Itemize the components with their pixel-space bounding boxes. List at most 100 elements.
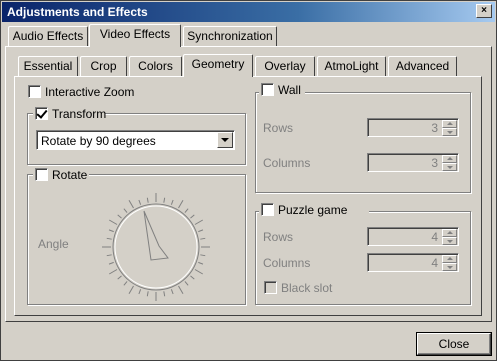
dial-tick (190, 214, 195, 219)
black-slot-checkbox[interactable] (264, 281, 277, 294)
puzzle-checkbox[interactable] (261, 203, 274, 216)
puzzle-columns-value: 4 (431, 256, 438, 270)
dial-tick (163, 197, 166, 203)
dial-tick (194, 269, 204, 275)
dial-tick (178, 285, 184, 295)
rotate-label: Rotate (52, 168, 88, 182)
wall-rows-label: Rows (263, 121, 294, 135)
angle-dial[interactable] (99, 190, 213, 304)
wall-group (255, 92, 471, 193)
spin-up-icon[interactable] (442, 155, 457, 163)
puzzle-rows-label: Rows (263, 230, 294, 244)
angle-label: Angle (38, 237, 69, 251)
dial-tick (184, 208, 189, 213)
chevron-down-icon[interactable] (217, 132, 233, 148)
rotate-group-header: Rotate (33, 167, 89, 182)
spin-down-icon[interactable] (442, 163, 457, 171)
tab-geometry[interactable]: Geometry (183, 54, 253, 77)
tab-synchronization[interactable]: Synchronization (183, 26, 277, 47)
dial-tick (108, 261, 114, 265)
dial-tick (106, 254, 112, 257)
tab-video-effects[interactable]: Video Effects (89, 24, 181, 47)
spin-down-icon[interactable] (442, 263, 457, 271)
dial-tick (146, 291, 149, 297)
wall-group-header: Wall (259, 82, 305, 97)
transform-group-header: Transform (33, 106, 107, 121)
dial-tick (178, 199, 184, 209)
dial-needle (143, 210, 169, 261)
wall-columns-value: 3 (431, 156, 438, 170)
close-button[interactable]: Close (416, 332, 492, 356)
puzzle-columns-label: Columns (263, 256, 311, 270)
dial-tick (138, 199, 142, 205)
tab-label: Crop (90, 59, 117, 73)
transform-checkbox[interactable] (35, 107, 48, 120)
puzzle-label: Puzzle game (278, 203, 348, 217)
wall-rows-spinbox[interactable]: 3 (367, 118, 459, 137)
wall-columns-spinbox[interactable]: 3 (367, 153, 459, 172)
tab-label: Geometry (191, 57, 245, 71)
dialog-window: Adjustments and Effects × Audio Effects … (0, 0, 497, 361)
transform-select-value: Rotate by 90 degrees (41, 134, 156, 148)
tab-label: Synchronization (187, 29, 273, 43)
spin-up-icon[interactable] (442, 255, 457, 263)
dial-tick (200, 237, 206, 240)
tab-essential[interactable]: Essential (18, 56, 78, 77)
puzzle-rows-value: 4 (431, 230, 438, 244)
tab-advanced[interactable]: Advanced (388, 56, 457, 77)
dial-tick (184, 281, 189, 286)
window-title: Adjustments and Effects (7, 5, 148, 19)
dial-tick (163, 291, 166, 297)
dial-tick (106, 237, 112, 240)
spin-down-icon[interactable] (442, 128, 457, 136)
tab-label: Essential (23, 59, 73, 73)
wall-rows-value: 3 (431, 121, 438, 135)
dial-tick (146, 197, 149, 203)
dial-tick (190, 275, 195, 280)
window-close-button[interactable]: × (476, 4, 492, 18)
dial-tick (170, 199, 174, 205)
rotate-checkbox[interactable] (35, 168, 48, 181)
interactive-zoom-label: Interactive Zoom (45, 85, 135, 99)
tab-label: Advanced (395, 59, 450, 73)
dial-tick (194, 219, 204, 225)
dial-tick (117, 275, 122, 280)
black-slot-label: Black slot (281, 281, 333, 295)
dial-tick (128, 199, 134, 209)
puzzle-columns-spinbox[interactable]: 4 (367, 253, 459, 272)
dial-tick (108, 269, 118, 275)
wall-checkbox[interactable] (261, 83, 274, 96)
dial-tick (123, 281, 128, 286)
transform-label: Transform (52, 107, 107, 121)
spin-up-icon[interactable] (442, 120, 457, 128)
dial-tick (198, 229, 204, 233)
spin-down-icon[interactable] (442, 237, 457, 245)
dial-tick (108, 229, 114, 233)
wall-label: Wall (278, 83, 301, 97)
interactive-zoom-checkbox[interactable] (28, 85, 41, 98)
dial-tick (108, 219, 118, 225)
title-bar[interactable]: Adjustments and Effects × (2, 2, 495, 22)
dial-tick (198, 261, 204, 265)
spin-up-icon[interactable] (442, 229, 457, 237)
tab-overlay[interactable]: Overlay (255, 56, 315, 77)
tab-label: Video Effects (99, 27, 171, 41)
dial-tick (200, 254, 206, 257)
dial-tick (138, 289, 142, 295)
dial-tick (117, 214, 122, 219)
transform-select[interactable]: Rotate by 90 degrees (36, 130, 235, 150)
puzzle-rows-spinbox[interactable]: 4 (367, 227, 459, 246)
tab-atmolight[interactable]: AtmoLight (317, 56, 386, 77)
dial-tick (128, 285, 134, 295)
close-icon: × (481, 5, 487, 16)
close-button-label: Close (438, 337, 470, 351)
tab-audio-effects[interactable]: Audio Effects (8, 26, 88, 47)
puzzle-group-header: Puzzle game (259, 202, 369, 217)
dial-tick (170, 289, 174, 295)
tab-label: Colors (138, 59, 173, 73)
tab-crop[interactable]: Crop (80, 56, 127, 77)
tab-label: Overlay (264, 59, 306, 73)
tab-label: Audio Effects (12, 29, 84, 43)
tab-colors[interactable]: Colors (129, 56, 182, 77)
wall-columns-label: Columns (263, 156, 311, 170)
